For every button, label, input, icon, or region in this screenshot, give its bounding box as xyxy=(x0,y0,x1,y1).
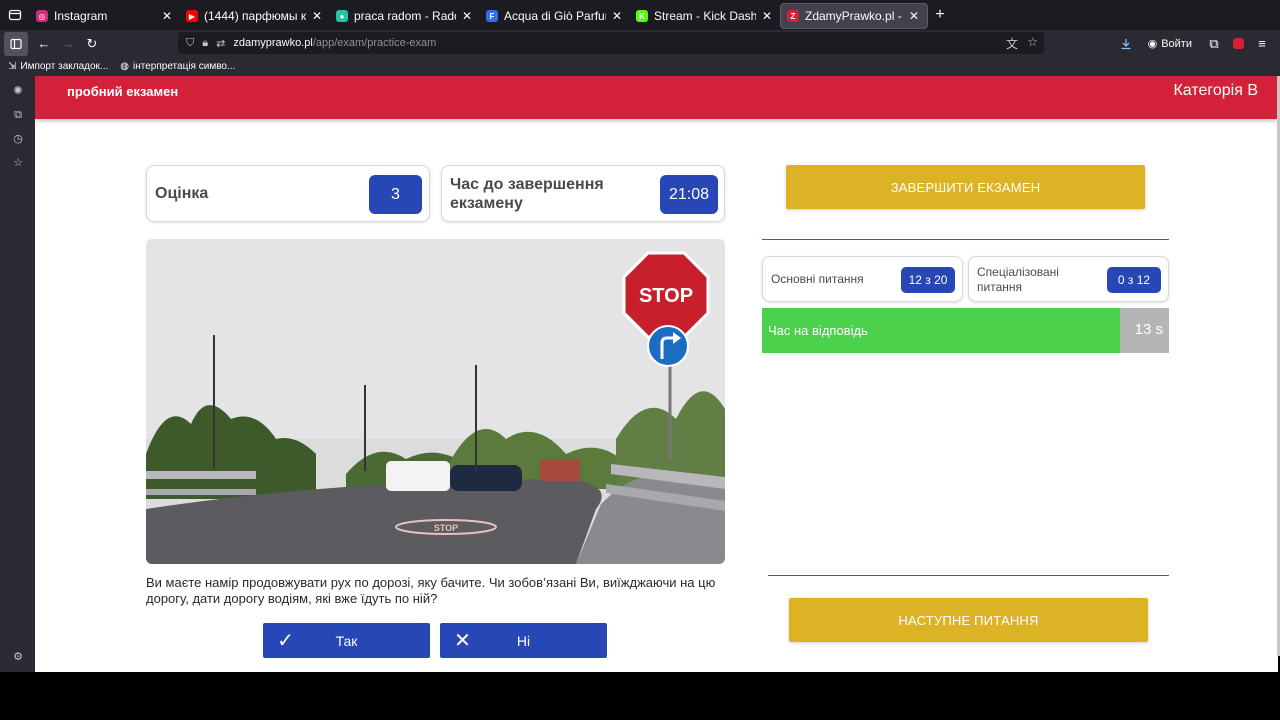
tab-favicon-icon: ▶ xyxy=(186,10,198,22)
next-question-button[interactable]: НАСТУПНЕ ПИТАННЯ xyxy=(789,598,1148,642)
tab-close-icon[interactable]: ✕ xyxy=(760,9,774,23)
forward-icon[interactable]: → xyxy=(56,32,80,56)
tab-close-icon[interactable]: ✕ xyxy=(610,9,624,23)
tab-title: praca radom - Radom - sprawdź xyxy=(354,9,456,23)
answer-no-button[interactable]: ✕ Ні xyxy=(440,623,607,658)
browser-sidebar: ✺ ⧉ ◷ ☆ ⚙ xyxy=(0,76,35,672)
url-domain: zdamyprawko.pl xyxy=(233,37,313,49)
time-left-label: Час до завершення екзамену xyxy=(450,176,604,212)
page-title: пробний екзамен xyxy=(67,84,179,99)
tab-favicon-icon: F xyxy=(486,10,498,22)
extensions-icon[interactable]: ⧉ xyxy=(1202,32,1226,56)
answer-yes-label: Так xyxy=(335,632,358,649)
tab-title: Acqua di Giò Parfum Giorgio xyxy=(504,9,606,23)
sidebar-toggle-icon[interactable] xyxy=(4,31,28,56)
tab-title: Instagram xyxy=(54,9,108,23)
shield-icon[interactable]: ⛉ xyxy=(186,37,194,50)
browser-tab[interactable]: ● praca radom - Radom - sprawdź ✕ xyxy=(330,3,480,29)
score-card: Оцінка 3 xyxy=(146,165,430,222)
question-image: STOP STOP xyxy=(146,239,725,564)
score-badge: 3 xyxy=(369,175,422,214)
back-icon[interactable]: ← xyxy=(32,32,56,56)
tab-close-icon[interactable]: ✕ xyxy=(460,9,474,23)
special-questions-card: Спеціалізовані питання 0 з 12 xyxy=(968,256,1169,302)
tab-favicon-icon: ● xyxy=(336,10,348,22)
tab-close-icon[interactable]: ✕ xyxy=(310,9,324,23)
translate-icon[interactable]: 文 xyxy=(1006,35,1018,52)
browser-tab[interactable]: Z ZdamyPrawko.pl - testy na p ✕ xyxy=(780,3,928,29)
bookmark-item[interactable]: ◍ інтерпретація симво... xyxy=(120,61,235,72)
account-button[interactable]: ◉ Войти xyxy=(1147,37,1192,51)
import-icon: ⇲ xyxy=(8,61,17,72)
reload-icon[interactable]: ↻ xyxy=(80,32,104,56)
time-left-badge: 21:08 xyxy=(660,175,718,214)
bookmarks-bar: ⇲ Импорт закладок... ◍ інтерпретація сим… xyxy=(0,57,1280,76)
close-icon: ✕ xyxy=(454,630,471,652)
browser-nav-bar: ← → ↻ ⛉ 🔒︎ ⇄ zdamyprawko.pl /app/exam/pr… xyxy=(0,30,1280,57)
app-header: пробний екзамен Категорія B xyxy=(35,76,1278,119)
history-icon[interactable]: ◷ xyxy=(11,132,25,146)
answer-timer-value: 13 s xyxy=(1134,321,1163,338)
extension-badge-icon[interactable] xyxy=(1226,32,1250,56)
basic-questions-badge: 12 з 20 xyxy=(901,267,955,293)
synced-tabs-icon[interactable]: ⧉ xyxy=(11,108,25,122)
browser-tab[interactable]: ▶ (1444) парфюмы которые сто ✕ xyxy=(180,3,330,29)
divider-top xyxy=(762,239,1169,240)
time-left-card: Час до завершення екзамену 21:08 xyxy=(441,165,725,222)
score-label: Оцінка xyxy=(155,185,209,202)
account-icon: ◉ xyxy=(1147,38,1158,50)
downloads-icon[interactable] xyxy=(1114,32,1138,56)
browser-tab[interactable]: ◎ Instagram ✕ xyxy=(30,3,180,29)
browser-tab[interactable]: F Acqua di Giò Parfum Giorgio ✕ xyxy=(480,3,630,29)
basic-questions-card: Основні питання 12 з 20 xyxy=(762,256,963,302)
account-label: Войти xyxy=(1161,37,1192,50)
url-bar[interactable]: ⛉ 🔒︎ ⇄ zdamyprawko.pl /app/exam/practice… xyxy=(178,32,1044,54)
answer-timer-bar: Час на відповідь 13 s xyxy=(762,308,1169,353)
page-content: пробний екзамен Категорія B Оцінка 3 Час… xyxy=(35,76,1278,672)
menu-icon[interactable]: ≡ xyxy=(1250,32,1274,56)
page-info-icon[interactable]: ⇄ xyxy=(216,37,225,50)
browser-tab[interactable]: K Stream - Kick Dashboard ✕ xyxy=(630,3,780,29)
basic-questions-label: Основні питання xyxy=(771,272,864,286)
bookmarks-icon[interactable]: ☆ xyxy=(11,156,25,170)
globe-icon: ◍ xyxy=(120,61,130,72)
browser-tab-bar: ◎Instagram✕▶(1444) парфюмы которые сто✕●… xyxy=(0,0,1280,30)
answer-timer-label: Час на відповідь xyxy=(768,323,868,338)
category-label: Категорія B xyxy=(1173,82,1258,99)
ai-chat-icon[interactable]: ✺ xyxy=(11,84,25,98)
divider-bottom xyxy=(768,575,1169,576)
tab-title: Stream - Kick Dashboard xyxy=(654,9,756,23)
check-icon: ✓ xyxy=(277,630,294,652)
answer-yes-button[interactable]: ✓ Так xyxy=(263,623,430,658)
tab-close-icon[interactable]: ✕ xyxy=(907,9,921,23)
tab-favicon-icon: K xyxy=(636,10,648,22)
stop-sign-text: STOP xyxy=(639,285,693,307)
url-path: /app/exam/practice-exam xyxy=(312,37,437,49)
answer-no-label: Ні xyxy=(516,632,531,649)
tab-title: (1444) парфюмы которые сто xyxy=(204,9,306,23)
road-stop-marking: STOP xyxy=(434,523,458,533)
tab-close-icon[interactable]: ✕ xyxy=(160,9,174,23)
tab-title: ZdamyPrawko.pl - testy na p xyxy=(805,9,903,23)
tab-favicon-icon: ◎ xyxy=(36,10,48,22)
lock-icon[interactable]: 🔒︎ xyxy=(202,37,208,50)
bookmark-star-icon[interactable]: ☆ xyxy=(1027,35,1038,49)
finish-exam-button[interactable]: ЗАВЕРШИТИ ЕКЗАМЕН xyxy=(786,165,1145,209)
settings-gear-icon[interactable]: ⚙ xyxy=(11,650,25,664)
question-text: Ви маєте намір продовжувати рух по дороз… xyxy=(146,575,716,606)
tab-favicon-icon: Z xyxy=(787,10,799,22)
special-questions-label: Спеціалізовані питання xyxy=(977,265,1059,294)
bookmark-import[interactable]: ⇲ Импорт закладок... xyxy=(8,61,108,72)
new-tab-button[interactable]: + xyxy=(928,6,952,24)
tab-list-icon[interactable] xyxy=(0,0,30,30)
special-questions-badge: 0 з 12 xyxy=(1107,267,1161,293)
